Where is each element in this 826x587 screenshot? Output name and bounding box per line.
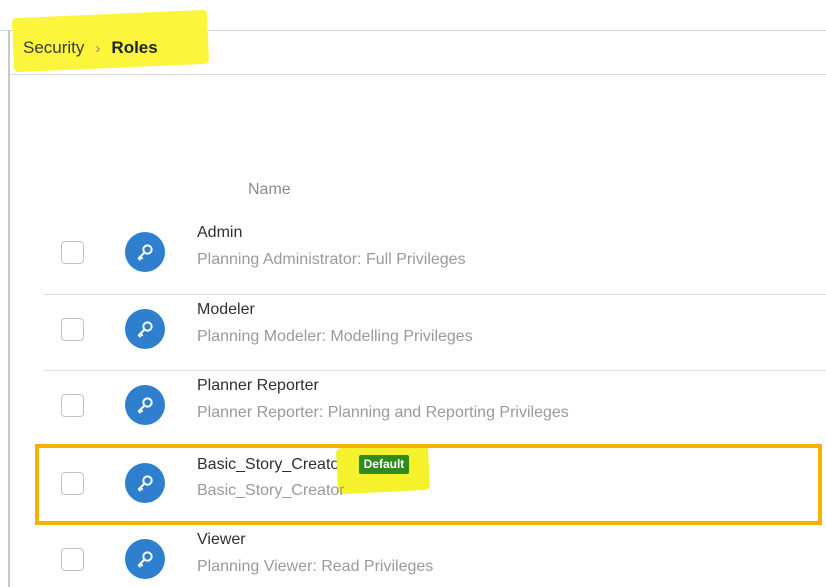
row-checkbox[interactable]	[61, 548, 84, 571]
breadcrumb-security-link[interactable]: Security	[23, 38, 84, 58]
role-name[interactable]: Planner Reporter	[197, 377, 319, 395]
role-description: Planner Reporter: Planning and Reporting…	[197, 404, 569, 421]
role-name[interactable]: Viewer	[197, 531, 246, 549]
key-icon	[125, 232, 165, 272]
role-name-text: Planner Reporter	[197, 377, 319, 394]
column-header-name[interactable]: Name	[248, 181, 291, 199]
role-name-text: Admin	[197, 224, 243, 241]
key-icon	[125, 385, 165, 425]
key-icon	[125, 539, 165, 579]
frame-left-border	[8, 30, 10, 587]
table-row[interactable]: Planner Reporter Planner Reporter: Plann…	[43, 371, 826, 450]
role-name-text: Basic_Story_Creator	[197, 455, 345, 473]
role-name-text: Viewer	[197, 531, 246, 548]
table-row[interactable]: Viewer Planning Viewer: Read Privileges	[43, 525, 826, 587]
key-icon	[125, 463, 165, 503]
table-row[interactable]: Admin Planning Administrator: Full Privi…	[43, 218, 826, 297]
table-row[interactable]: Modeler Planning Modeler: Modelling Priv…	[43, 295, 826, 374]
breadcrumb: Security › Roles	[23, 38, 158, 58]
role-description: Planning Viewer: Read Privileges	[197, 558, 434, 575]
row-checkbox[interactable]	[61, 318, 84, 341]
role-name[interactable]: Basic_Story_Creator Default	[197, 443, 430, 495]
key-icon	[125, 309, 165, 349]
row-checkbox[interactable]	[61, 472, 84, 495]
default-badge-wrapper: Default	[335, 443, 430, 495]
role-description: Planning Administrator: Full Privileges	[197, 251, 466, 268]
role-name[interactable]: Admin	[197, 224, 242, 242]
role-description: Basic_Story_Creator	[197, 482, 345, 499]
role-name-text: Modeler	[197, 301, 255, 318]
role-name[interactable]: Modeler	[197, 301, 255, 319]
breadcrumb-separator: ›	[95, 39, 101, 57]
table-row[interactable]: Basic_Story_Creator Default Basic_Story_…	[43, 443, 826, 528]
default-badge: Default	[358, 455, 410, 474]
header-divider	[10, 74, 826, 75]
row-checkbox[interactable]	[61, 394, 84, 417]
role-description: Planning Modeler: Modelling Privileges	[197, 328, 473, 345]
row-checkbox[interactable]	[61, 241, 84, 264]
breadcrumb-current: Roles	[111, 38, 158, 57]
